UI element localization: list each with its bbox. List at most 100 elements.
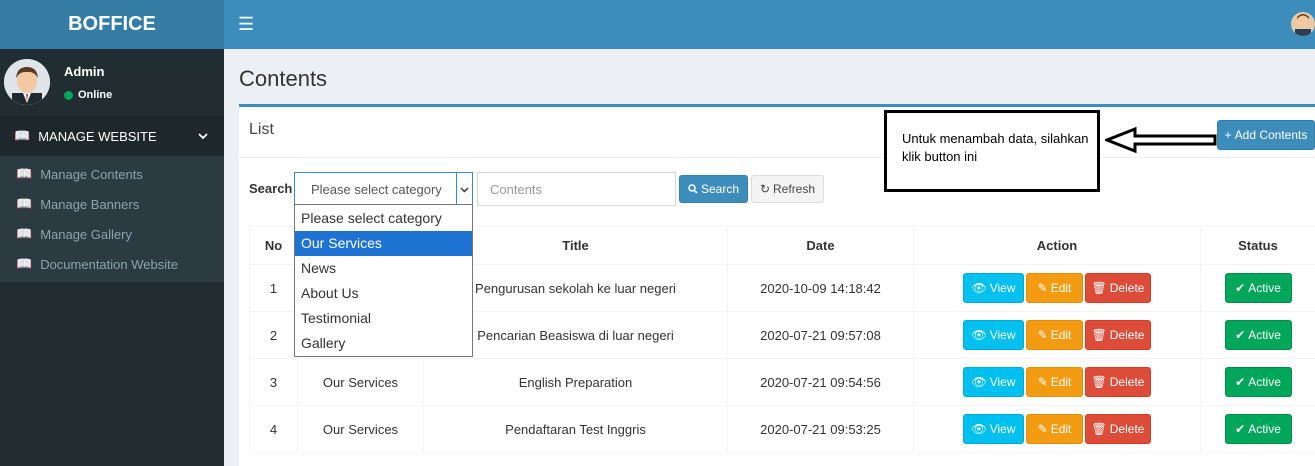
contents-search-input[interactable] [477,172,676,206]
cell-no: 2 [249,311,298,359]
sidebar-item-label: Manage Contents [40,166,143,182]
check-icon: ✔ [1235,328,1246,342]
cell-date: 2020-07-21 09:57:08 [727,311,914,359]
column-header-date: Date [727,226,914,265]
user-name: Admin [64,64,105,79]
eye-icon: 👁 [971,328,987,342]
dropdown-option[interactable]: About Us [295,281,472,306]
table-row: 4 Our Services Pendaftaran Test Inggris … [249,405,1315,453]
view-label: View [989,422,1016,436]
sidebar-item-manage-gallery[interactable]: 📖 Manage Gallery [0,219,224,249]
plus-icon: + [1224,128,1232,142]
delete-button[interactable]: 🗑 Delete [1085,414,1151,444]
status-active-button[interactable]: ✔ Active [1224,320,1292,350]
cell-category: Our Services [297,405,424,453]
sidebar-item-label: Documentation Website [40,256,178,272]
refresh-button-label: Refresh [773,182,816,196]
edit-label: Edit [1050,375,1072,389]
cell-no: 1 [249,264,298,312]
check-icon: ✔ [1235,422,1246,436]
user-status-label: Online [78,89,113,101]
view-button[interactable]: 👁 View [963,367,1024,397]
cell-no: 4 [249,405,298,453]
edit-icon: ✎ [1037,375,1048,389]
search-button[interactable]: Search [679,175,748,203]
add-contents-button[interactable]: + Add Contents [1217,120,1315,150]
edit-label: Edit [1050,422,1072,436]
cell-date: 2020-10-09 14:18:42 [727,264,914,312]
hamburger-icon[interactable]: ☰ [238,14,254,35]
delete-button[interactable]: 🗑 Delete [1085,320,1151,350]
trash-icon: 🗑 [1091,328,1107,342]
chevron-down-icon[interactable] [456,173,472,205]
user-avatar-icon[interactable] [1291,12,1315,36]
delete-label: Delete [1109,375,1145,389]
status-active-button[interactable]: ✔ Active [1224,273,1292,303]
delete-button[interactable]: 🗑 Delete [1085,367,1151,397]
cell-title: Pendaftaran Test Inggris [423,405,728,453]
dropdown-option-highlighted[interactable]: Our Services [295,231,472,256]
dropdown-option[interactable]: Gallery [295,331,472,356]
cell-no: 3 [249,358,298,406]
submenu: 📖 Manage Contents 📖 Manage Banners 📖 Man… [0,156,224,282]
view-button[interactable]: 👁 View [963,273,1024,303]
dropdown-option[interactable]: News [295,256,472,281]
category-select-value: Please select category [311,181,442,197]
refresh-button[interactable]: ↻ Refresh [751,175,824,203]
edit-label: Edit [1050,281,1072,295]
book-icon: 📖 [14,128,31,143]
delete-label: Delete [1109,328,1145,342]
chevron-down-icon [198,129,208,144]
eye-icon: 👁 [971,422,987,436]
edit-button[interactable]: ✎ Edit [1026,273,1083,303]
eye-icon: 👁 [971,281,987,295]
sidebar: Admin Online 📖 MANAGE WEBSITE 📖 Manage C… [0,49,224,466]
app-logo[interactable]: BOFFICE [0,0,224,49]
menu-header-label: MANAGE WEBSITE [38,128,157,144]
column-header-action: Action [913,226,1201,265]
trash-icon: 🗑 [1091,375,1107,389]
sidebar-item-documentation-website[interactable]: 📖 Documentation Website [0,249,224,279]
top-navbar: ☰ [224,0,1315,49]
dropdown-option[interactable]: Testimonial [295,306,472,331]
eye-icon: 👁 [971,375,987,389]
cell-status: ✔ Active [1200,264,1315,312]
cell-title: English Preparation [423,358,728,406]
menu-manage-website[interactable]: 📖 MANAGE WEBSITE [0,116,224,156]
delete-label: Delete [1109,422,1145,436]
delete-button[interactable]: 🗑 Delete [1085,273,1151,303]
status-active-button[interactable]: ✔ Active [1224,367,1292,397]
search-button-label: Search [700,182,740,196]
view-button[interactable]: 👁 View [963,414,1024,444]
sidebar-item-manage-banners[interactable]: 📖 Manage Banners [0,189,224,219]
edit-button[interactable]: ✎ Edit [1026,320,1083,350]
edit-button[interactable]: ✎ Edit [1026,367,1083,397]
edit-button[interactable]: ✎ Edit [1026,414,1083,444]
book-icon: 📖 [16,226,33,241]
cell-date: 2020-07-21 09:53:25 [727,405,914,453]
edit-icon: ✎ [1037,281,1048,295]
cell-action: 👁 View ✎ Edit 🗑 Delete [913,358,1201,406]
refresh-icon: ↻ [759,182,771,196]
dropdown-option[interactable]: Please select category [295,206,472,231]
annotation-note: Untuk menambah data, silahkan klik butto… [884,110,1100,192]
online-dot-icon [64,90,73,100]
user-status: Online [64,89,112,101]
delete-label: Delete [1109,281,1145,295]
category-select[interactable]: Please select category [294,172,473,206]
user-panel: Admin Online [0,49,224,116]
trash-icon: 🗑 [1091,281,1107,295]
column-header-no: No [249,226,298,265]
cell-date: 2020-07-21 09:54:56 [727,358,914,406]
book-icon: 📖 [16,196,33,211]
cell-action: 👁 View ✎ Edit 🗑 Delete [913,311,1201,359]
book-icon: 📖 [16,256,33,271]
view-button[interactable]: 👁 View [963,320,1024,350]
avatar [4,59,50,105]
view-label: View [989,375,1016,389]
status-label: Active [1248,375,1281,389]
status-active-button[interactable]: ✔ Active [1224,414,1292,444]
search-label: Search [249,181,293,196]
sidebar-item-manage-contents[interactable]: 📖 Manage Contents [0,159,224,189]
column-header-status: Status [1200,226,1315,265]
